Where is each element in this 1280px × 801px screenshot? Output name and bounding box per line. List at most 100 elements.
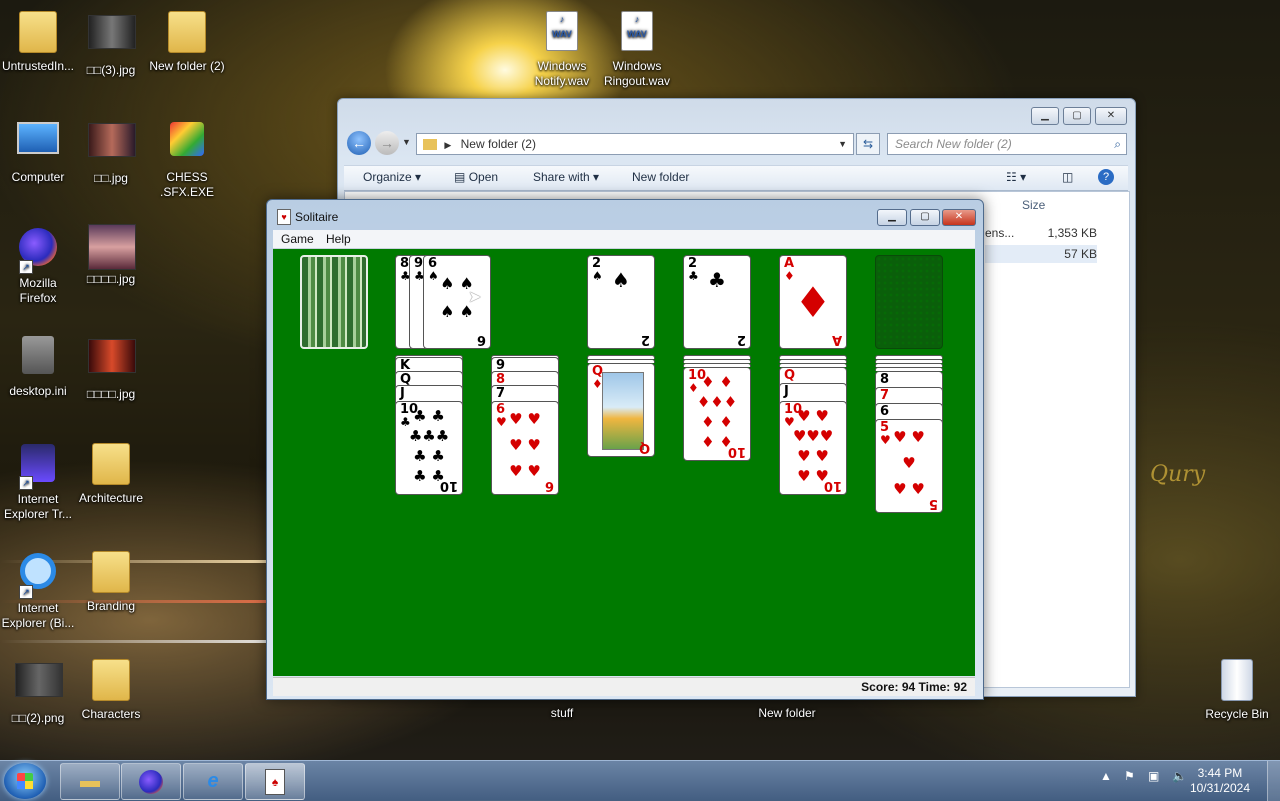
volume-icon[interactable]: 🔈: [1172, 769, 1187, 783]
tableau-top-card[interactable]: 10 ♥ ♥ ♥ ♥♥♥ ♥ ♥ ♥ ♥ 10: [779, 401, 847, 495]
minimize-button[interactable]: ▁: [1031, 107, 1059, 125]
desktop-icon-branding[interactable]: Branding: [73, 548, 149, 614]
share-with-button[interactable]: Share with ▾: [533, 170, 599, 184]
desktop-icon-characters[interactable]: Characters: [73, 656, 149, 722]
command-bar: Organize ▾ ▤ Open Share with ▾ New folde…: [344, 165, 1128, 191]
taskbar-ie-button[interactable]: e: [183, 763, 243, 800]
refresh-button[interactable]: ⇆: [856, 133, 880, 155]
forward-button[interactable]: →: [375, 131, 399, 155]
organize-button[interactable]: Organize ▾: [363, 170, 421, 184]
close-button[interactable]: ✕: [942, 209, 976, 226]
close-button[interactable]: ✕: [1095, 107, 1127, 125]
desktop-icon-firefox[interactable]: ↗ Mozilla Firefox: [0, 224, 76, 306]
network-icon[interactable]: ▣: [1148, 769, 1159, 783]
folder-icon: [88, 551, 134, 597]
desktop-icon-notify-wav[interactable]: ♪ WAV Windows Notify.wav: [524, 8, 600, 89]
tableau-top-card[interactable]: Q ♦ Q: [587, 363, 655, 457]
menu-game[interactable]: Game: [281, 232, 314, 246]
open-button[interactable]: ▤ Open: [454, 170, 498, 184]
folder-icon: [88, 443, 134, 489]
queen-face-art: [602, 372, 644, 450]
solitaire-window[interactable]: ♥ Solitaire ▁ ▢ ✕ Game Help 8 ♣ 9 ♣ 6 ♠ ♠ ♠…: [266, 199, 984, 700]
desktop-icon-ie-bi[interactable]: ↗ Internet Explorer (Bi...: [0, 548, 76, 631]
desktop-icon-architecture[interactable]: Architecture: [73, 440, 149, 506]
start-button[interactable]: [4, 763, 46, 799]
preview-pane-icon[interactable]: ◫: [1062, 170, 1073, 184]
desktop-icon-jpg-red[interactable]: □□□□.jpg: [73, 332, 149, 402]
show-desktop-button[interactable]: [1267, 761, 1280, 801]
taskbar: ▬ e ♠ ▲ ⚑ ▣ 🔈 3:44 PM 10/31/2024: [0, 760, 1280, 801]
desktop-icon-jpg-anime[interactable]: □□□□.jpg: [73, 224, 149, 287]
show-hidden-icons-button[interactable]: ▲: [1100, 769, 1112, 783]
shortcut-icon: ↗: [15, 444, 61, 490]
internet-explorer-icon: ↗: [15, 553, 61, 599]
search-input[interactable]: Search New folder (2) ⌕: [887, 133, 1127, 155]
tableau-top-card[interactable]: 10 ♦ ♦ ♦ ♦♦♦ ♦ ♦ ♦ ♦ 10: [683, 367, 751, 461]
view-options-icon[interactable]: ☷ ▾: [1006, 170, 1026, 184]
desktop-icon-computer[interactable]: Computer: [0, 116, 76, 185]
wallpaper-text: Qury: [1150, 462, 1206, 487]
desktop-icon-stuff[interactable]: stuff: [524, 706, 600, 721]
menu-help[interactable]: Help: [326, 232, 351, 246]
clock[interactable]: 3:44 PM 10/31/2024: [1190, 766, 1250, 796]
desktop-icon-ringout-wav[interactable]: ♪ WAV Windows Ringout.wav: [599, 8, 675, 89]
solitaire-app-icon: ♥: [277, 209, 291, 225]
window-title: Solitaire: [295, 210, 339, 224]
image-file-icon: [15, 663, 63, 709]
desktop-icon-ie-tr[interactable]: ↗ Internet Explorer Tr...: [0, 440, 76, 522]
folder-icon: ▬: [80, 770, 100, 792]
recent-pages-dropdown[interactable]: ▼: [402, 137, 411, 147]
taskbar-firefox-button[interactable]: [121, 763, 181, 800]
file-row-selected[interactable]: 57 KB: [985, 245, 1097, 263]
stock-pile[interactable]: [300, 255, 368, 349]
desktop-icon-desktop-ini[interactable]: desktop.ini: [0, 332, 76, 399]
desktop-icon-jpg3[interactable]: □□(3).jpg: [73, 8, 149, 78]
folder-icon: [423, 139, 437, 151]
game-board: 8 ♣ 9 ♣ 6 ♠ ♠ ♠ ♠ ♠ 6 ➤ 2 ♠ ♠ 2 2 ♣ ♣ 2 A ♦ ♦ A…: [273, 249, 975, 676]
help-icon[interactable]: ?: [1098, 169, 1114, 185]
wallpaper-streak: [0, 640, 270, 643]
maximize-button[interactable]: ▢: [910, 209, 940, 226]
solitaire-icon: ♠: [265, 768, 285, 795]
audio-file-icon: ♪ WAV: [539, 11, 585, 57]
desktop-icon-untrusted[interactable]: UntrustedIn...: [0, 8, 76, 74]
taskbar-solitaire-button[interactable]: ♠: [245, 763, 305, 800]
tableau-top-card[interactable]: 10 ♣ ♣ ♣ ♣♣♣ ♣ ♣ ♣ ♣ 10: [395, 401, 463, 495]
desktop-icon-recycle-bin[interactable]: Recycle Bin: [1199, 656, 1275, 722]
maximize-button[interactable]: ▢: [1063, 107, 1091, 125]
desktop-icon-new-folder-2[interactable]: New folder (2): [149, 8, 225, 74]
desktop-icon-chess-sfx[interactable]: CHESS .SFX.EXE: [149, 116, 225, 200]
foundation-pile-2[interactable]: 2 ♣ ♣ 2: [683, 255, 751, 349]
desktop-icon-png2[interactable]: □□(2).png: [0, 656, 76, 726]
score-time-text: Score: 94 Time: 92: [861, 680, 967, 694]
settings-file-icon: [15, 336, 61, 382]
foundation-pile-empty[interactable]: [875, 255, 943, 349]
foundation-pile-1[interactable]: 2 ♠ ♠ 2: [587, 255, 655, 349]
chevron-down-icon[interactable]: ▼: [838, 134, 847, 154]
desktop-icon-jpg[interactable]: □□.jpg: [73, 116, 149, 186]
desktop-icon-new-folder[interactable]: New folder: [749, 706, 825, 721]
foundation-pile-3[interactable]: A ♦ ♦ A: [779, 255, 847, 349]
open-icon: ▤: [454, 170, 466, 184]
column-header-size[interactable]: Size: [1022, 198, 1045, 212]
back-button[interactable]: ←: [347, 131, 371, 155]
minimize-button[interactable]: ▁: [877, 209, 907, 226]
firefox-icon: ↗: [15, 228, 61, 274]
action-center-flag-icon[interactable]: ⚑: [1124, 769, 1135, 783]
file-row[interactable]: ens... 1,353 KB: [985, 224, 1097, 242]
windows-logo-icon: [17, 773, 33, 789]
firefox-icon: [139, 769, 163, 794]
new-folder-button[interactable]: New folder: [632, 170, 689, 184]
tableau-top-card[interactable]: 6 ♥ ♥ ♥ ♥ ♥ ♥ ♥ 6: [491, 401, 559, 495]
tableau-top-card[interactable]: 5 ♥ ♥ ♥ ♥ ♥ ♥ 5: [875, 419, 943, 513]
menu-bar: Game Help: [273, 230, 975, 249]
image-file-icon: [88, 224, 136, 270]
address-text: New folder (2): [460, 137, 536, 151]
address-bar[interactable]: ▶ New folder (2) ▼: [416, 133, 854, 155]
internet-explorer-icon: e: [207, 770, 219, 792]
mouse-cursor-icon: ➤: [468, 289, 482, 306]
taskbar-explorer-button[interactable]: ▬: [60, 763, 120, 800]
folder-icon: [88, 659, 134, 705]
image-file-icon: [88, 15, 136, 61]
breadcrumb-chevron-icon: ▶: [444, 140, 452, 150]
